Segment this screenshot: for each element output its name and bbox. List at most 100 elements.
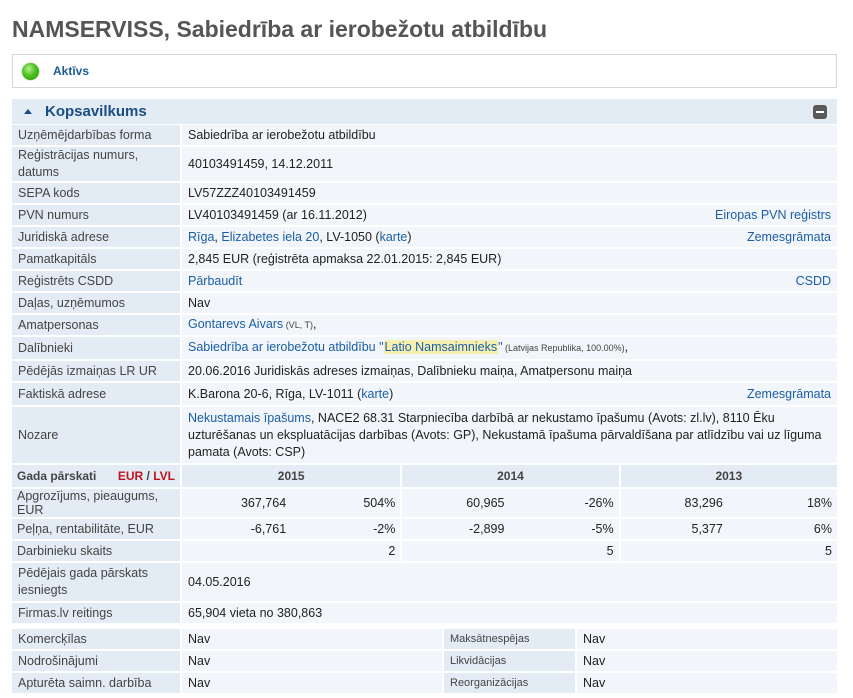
flag-value: Nav <box>577 673 837 695</box>
fin-cell: -6,761 <box>182 519 292 541</box>
fin-cell: -2,899 <box>400 519 510 541</box>
annual-report-table: Gada pārskati EUR / LVL 2015 2014 2013 A… <box>12 465 837 563</box>
row-label: Firmas.lv reitings <box>12 603 182 625</box>
table-row: Gada pārskati EUR / LVL 2015 2014 2013 <box>12 465 837 489</box>
land-register-link-2[interactable]: Zemesgrāmata <box>747 386 831 403</box>
row-label: Daļas, uzņēmumos <box>12 293 182 315</box>
row-label: Pēdējās izmaiņas LR UR <box>12 361 182 383</box>
shares-value: Nav <box>182 293 837 315</box>
industry-link[interactable]: Nekustamais īpašums <box>188 411 311 425</box>
collapse-button[interactable] <box>813 105 827 119</box>
legal-address-cell: Zemesgrāmata Rīga, Elizabetes iela 20, L… <box>182 227 837 249</box>
row-label: Juridiskā adrese <box>12 227 182 249</box>
member-name-pre: Sabiedrība ar ierobežotu atbildību " <box>188 340 384 354</box>
member-link[interactable]: Sabiedrība ar ierobežotu atbildību "Lati… <box>188 340 503 354</box>
minus-icon <box>816 111 824 113</box>
fin-cell: 5 <box>727 541 837 563</box>
status-bar: Aktīvs <box>12 54 837 88</box>
flag-value: Nav <box>182 673 442 695</box>
fin-cell: 367,764 <box>182 489 292 519</box>
official-link[interactable]: Gontarevs Aivars <box>188 317 283 331</box>
row-label: Apturēta saimn. darbība <box>12 673 182 695</box>
table-row: Peļņa, rentabilitāte, EUR -6,761 -2% -2,… <box>12 519 837 541</box>
summary-header[interactable]: Kopsavilkums <box>12 99 837 125</box>
table-row: Nozare Nekustamais īpašums, NACE2 68.31 … <box>12 407 837 465</box>
member-name-highlight: Latio Namsaimnieks <box>383 340 499 354</box>
table-row: SEPA kods LV57ZZZ40103491459 <box>12 183 837 205</box>
table-row: Juridiskā adrese Zemesgrāmata Rīga, Eliz… <box>12 227 837 249</box>
currency-sep: / <box>143 469 154 483</box>
land-register-link[interactable]: Zemesgrāmata <box>747 229 831 246</box>
table-row: Nodrošinājumi Nav Likvidācijas Nav <box>12 651 837 673</box>
fin-cell <box>618 541 728 563</box>
annual-label-cell: Gada pārskati EUR / LVL <box>12 465 182 489</box>
actual-address-cell: Zemesgrāmata K.Barona 20-6, Rīga, LV-101… <box>182 383 837 407</box>
members-cell: Sabiedrība ar ierobežotu atbildību "Lati… <box>182 337 837 361</box>
fin-cell <box>400 541 510 563</box>
fin-cell: -26% <box>509 489 619 519</box>
vat-value: LV40103491459 (ar 16.11.2012) <box>188 207 367 222</box>
row-label: Faktiskā adrese <box>12 383 182 407</box>
map-link-2[interactable]: karte <box>361 387 389 401</box>
capital-value: 2,845 EUR (reģistrēta apmaksa 22.01.2015… <box>182 249 837 271</box>
csdd-check-link[interactable]: Pārbaudīt <box>188 274 242 288</box>
last-report-value: 04.05.2016 <box>182 563 837 603</box>
currency-lvl-toggle[interactable]: LVL <box>153 469 175 483</box>
table-row: Amatpersonas Gontarevs Aivars (VL, T), <box>12 315 837 337</box>
table-row: Reģistrācijas numurs, datums 40103491459… <box>12 147 837 183</box>
row-label: Peļņa, rentabilitāte, EUR <box>12 519 182 541</box>
table-row: Firmas.lv reitings 65,904 vieta no 380,8… <box>12 603 837 625</box>
eu-vat-register-link[interactable]: Eiropas PVN reģistrs <box>715 207 831 224</box>
official-role: (VL, T) <box>283 320 314 330</box>
official-sep: , <box>313 317 317 331</box>
flags-table: Komercķīlas Nav Maksātnespējas Nav Nodro… <box>12 629 837 695</box>
company-page: NAMSERVISS, Sabiedrība ar ierobežotu atb… <box>0 0 853 695</box>
row-label: Uzņēmējdarbības forma <box>12 125 182 147</box>
year-header: 2013 <box>618 465 837 489</box>
fin-cell <box>182 541 292 563</box>
flag-value: Nav <box>577 629 837 651</box>
row-label: Reģistrēts CSDD <box>12 271 182 293</box>
registration-value: 40103491459, 14.12.2011 <box>182 147 837 183</box>
csdd-link[interactable]: CSDD <box>796 273 831 290</box>
row-label: Apgrozījums, pieaugums, EUR <box>12 489 182 519</box>
csdd-cell: CSDD Pārbaudīt <box>182 271 837 293</box>
collapse-caret-icon[interactable] <box>24 109 32 114</box>
map-link[interactable]: karte <box>380 230 408 244</box>
actual-address-value: K.Barona 20-6, Rīga, LV-1011 ( <box>188 386 362 401</box>
table-row: Pēdējais gada pārskats iesniegts 04.05.2… <box>12 563 837 603</box>
fin-cell: 60,965 <box>400 489 510 519</box>
row-label: Komercķīlas <box>12 629 182 651</box>
fin-cell: 2 <box>291 541 401 563</box>
table-row: Apturēta saimn. darbība Nav Reorganizāci… <box>12 673 837 695</box>
row-label: Dalībnieki <box>12 337 182 361</box>
row-label: Pamatkapitāls <box>12 249 182 271</box>
row-label: Nodrošinājumi <box>12 651 182 673</box>
city-link[interactable]: Rīga <box>188 230 214 244</box>
row-label: Amatpersonas <box>12 315 182 337</box>
currency-eur-toggle[interactable]: EUR <box>118 469 143 483</box>
postal-code: , LV-1050 ( <box>319 229 380 244</box>
rating-value: 65,904 vieta no 380,863 <box>182 603 837 625</box>
table-row: Pamatkapitāls 2,845 EUR (reģistrēta apma… <box>12 249 837 271</box>
summary-panel: Kopsavilkums Uzņēmējdarbības forma Sabie… <box>12 99 837 695</box>
table-row: Darbinieku skaits 2 5 5 <box>12 541 837 563</box>
table-row: Reģistrēts CSDD CSDD Pārbaudīt <box>12 271 837 293</box>
flag-value: Nav <box>182 651 442 673</box>
street-link[interactable]: Elizabetes iela 20 <box>221 230 319 244</box>
flag-value: Nav <box>577 651 837 673</box>
industry-cell: Nekustamais īpašums, NACE2 68.31 Starpni… <box>182 407 837 465</box>
row-label: Reģistrācijas numurs, datums <box>12 147 182 183</box>
table-row: Uzņēmējdarbības forma Sabiedrība ar iero… <box>12 125 837 147</box>
row-label: Pēdējais gada pārskats iesniegts <box>12 563 182 603</box>
sepa-value: LV57ZZZ40103491459 <box>182 183 837 205</box>
status-label: Aktīvs <box>53 64 90 78</box>
row-label: Reorganizācijas <box>442 673 577 695</box>
fin-cell: 5,377 <box>618 519 728 541</box>
row-label: Nozare <box>12 407 182 465</box>
fin-cell: 18% <box>727 489 837 519</box>
table-row: Daļas, uzņēmumos Nav <box>12 293 837 315</box>
member-sep: , <box>624 340 629 354</box>
fin-cell: -5% <box>509 519 619 541</box>
year-header: 2015 <box>182 465 401 489</box>
